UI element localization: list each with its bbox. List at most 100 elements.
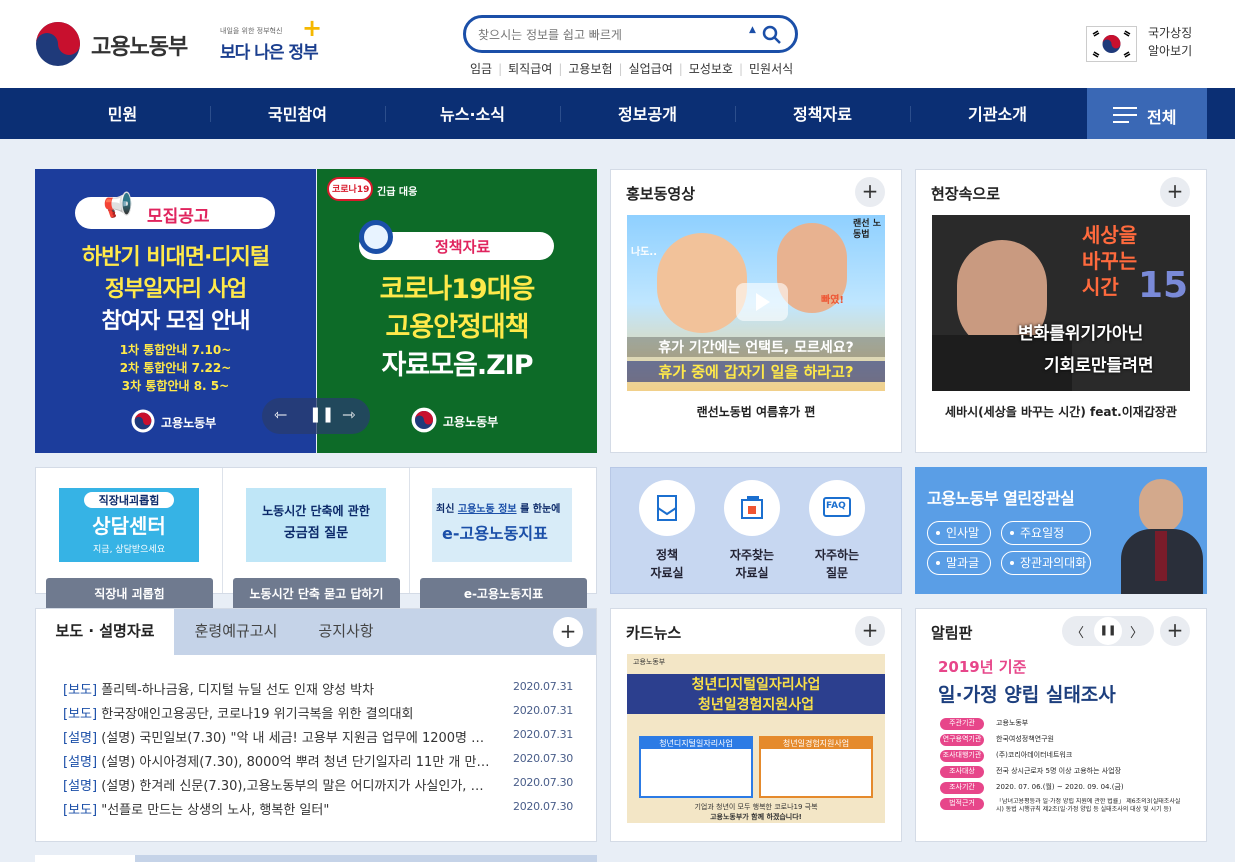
- ministry-logo[interactable]: 고용노동부: [35, 21, 200, 67]
- news-title: 한국장애인고용공단, 코로나19 위기극복을 위한 결의대회: [101, 707, 414, 722]
- news-category: [보도]: [63, 683, 98, 698]
- notice-value: 전국 상시근로자 5명 이상 고용하는 사업장: [996, 767, 1122, 775]
- quick-item-worktime[interactable]: 노동시간 단축에 관한 궁금점 질문 노동시간 단축 묻고 답하기: [223, 468, 410, 610]
- minister-panel: 고용노동부 열린장관실 인사말 주요일정 말과글 장관과의대화: [915, 467, 1207, 594]
- nav-item-about[interactable]: 기관소개: [910, 88, 1085, 139]
- more-plus-icon[interactable]: +: [553, 617, 583, 647]
- news-date: 2020.07.30: [513, 800, 573, 813]
- next-section-tabs: [35, 855, 597, 862]
- keyword-link[interactable]: 임금: [470, 62, 492, 76]
- all-menu-button[interactable]: 전체: [1087, 88, 1207, 139]
- tab-press[interactable]: 보도 · 설명자료: [36, 609, 174, 655]
- minister-pill[interactable]: 주요일정: [1001, 521, 1091, 545]
- gov-innovation-logo[interactable]: 내일을 위한 정부혁신 보다 나은 정부 +: [220, 14, 325, 66]
- banner-badge: 📢 모집공고: [75, 191, 275, 229]
- news-date: 2020.07.31: [513, 728, 573, 741]
- card-footer: 기업과 청년이 모두 행복한 코로나19 극복: [694, 803, 818, 811]
- quick-button[interactable]: e-고용노동지표: [420, 578, 587, 610]
- tab-notice[interactable]: 공지사항: [296, 609, 396, 655]
- video-tag: 나도..: [631, 247, 657, 258]
- quick-links: 직장내괴롭힘 상담센터 지금, 상담받으세요 직장내 괴롭힘 노동시간 단축에 …: [35, 467, 597, 610]
- prev-arrow-icon[interactable]: ⇽: [274, 405, 287, 424]
- play-button-icon[interactable]: [736, 283, 788, 321]
- news-row[interactable]: [설명] (설명) 아시아경제(7.30), 8000억 뿌려 청년 단기일자리…: [63, 751, 573, 775]
- card-news-image[interactable]: 고용노동부 청년디지털일자리사업 청년일경험지원사업 청년디지털일자리사업 청년…: [627, 654, 885, 823]
- resource-label-line: 자주하는: [814, 548, 860, 562]
- minister-pill[interactable]: 인사말: [927, 521, 991, 545]
- resource-faq[interactable]: FAQ 자주하는 질문: [809, 480, 869, 590]
- minister-pill[interactable]: 말과글: [927, 551, 991, 575]
- banner-line2: 정부일자리 사업: [104, 277, 247, 302]
- card-logo: 고용노동부: [633, 658, 666, 666]
- resource-policy[interactable]: 정책 자료실: [639, 480, 699, 590]
- keyword-link[interactable]: 퇴직급여: [508, 62, 552, 76]
- quick-item-indicator[interactable]: 최신 고용노동 정보 를 한눈에 e-고용노동지표 e-고용노동지표: [410, 468, 596, 610]
- search-input[interactable]: [478, 24, 738, 46]
- notice-row: 조사기간 2020. 07. 06.(월) ~ 2020. 09. 04.(금): [940, 780, 1190, 796]
- news-row[interactable]: [설명] (설명) 한겨레 신문(7.30),고용노동부의 말은 어디까지가 사…: [63, 775, 573, 799]
- news-category: [설명]: [63, 779, 98, 794]
- notice-label: 주관기관: [940, 718, 984, 730]
- video-caption[interactable]: 랜선노동법 여름휴가 편: [611, 403, 901, 420]
- next-chevron-icon[interactable]: 〉: [1130, 622, 1143, 641]
- resource-frequent[interactable]: 자주찾는 자료실: [724, 480, 784, 590]
- quick-image-text: 직장내괴롭힘: [84, 492, 174, 508]
- covid-badge-text: 코로나19: [332, 185, 370, 195]
- news-row[interactable]: [보도] "선플로 만드는 상생의 노사, 행복한 일터" 2020.07.30: [63, 799, 573, 823]
- caret-up-icon[interactable]: ▲: [749, 25, 756, 35]
- notice-board-panel: 알림판 〈 ❚❚ 〉 + 2019년 기준 일·가정 양립 실태조사 주관기관 고…: [915, 608, 1207, 842]
- taegeuk-icon: [411, 407, 437, 433]
- more-plus-icon[interactable]: +: [1160, 616, 1190, 646]
- pause-icon[interactable]: ❚❚: [309, 405, 334, 423]
- quick-button[interactable]: 직장내 괴롭힘: [46, 578, 213, 610]
- panel-title: 홍보동영상: [626, 185, 696, 203]
- video-thumbnail[interactable]: 나도.. 빠였! 랜선 노동법 휴가 기간에는 언택트, 모르세요? 휴가 중에…: [627, 215, 885, 391]
- national-symbols-link[interactable]: 국가상징 알아보기: [1086, 24, 1196, 62]
- prev-chevron-icon[interactable]: 〈: [1071, 622, 1084, 641]
- field-red-line: 세상을: [1082, 223, 1138, 247]
- minister-title[interactable]: 고용노동부 열린장관실: [927, 485, 1075, 509]
- more-plus-icon[interactable]: +: [855, 177, 885, 207]
- news-row[interactable]: [보도] 한국장애인고용공단, 코로나19 위기극복을 위한 결의대회 2020.…: [63, 703, 573, 727]
- tab-regulation[interactable]: 훈령예규고시: [176, 609, 296, 655]
- news-category: [설명]: [63, 755, 98, 770]
- flag-icon: [1086, 26, 1137, 62]
- quick-button[interactable]: 노동시간 단축 묻고 답하기: [233, 578, 400, 610]
- keyword-link[interactable]: 고용보험: [568, 62, 612, 76]
- keyword-links: 임금 | 퇴직급여 | 고용보험 | 실업급여 | 모성보호 | 민원서식: [470, 62, 794, 76]
- notice-label: 조사대행기관: [940, 750, 984, 762]
- news-row[interactable]: [설명] (설명) 국민일보(7.30) "악 내 세금! 고용부 지원금 업무…: [63, 727, 573, 751]
- card-news-panel: 카드뉴스 + 고용노동부 청년디지털일자리사업 청년일경험지원사업 청년디지털일…: [610, 608, 902, 842]
- notice-slider-controls: 〈 ❚❚ 〉: [1062, 616, 1154, 646]
- all-menu-label: 전체: [1147, 108, 1177, 127]
- news-date: 2020.07.30: [513, 776, 573, 789]
- notice-headline: 일·가정 양립 실태조사: [938, 684, 1116, 706]
- pause-icon[interactable]: ❚❚: [1094, 617, 1122, 645]
- more-plus-icon[interactable]: +: [1160, 177, 1190, 207]
- notice-image[interactable]: 2019년 기준 일·가정 양립 실태조사 주관기관 고용노동부 연구용역기관 한국…: [932, 654, 1190, 824]
- quick-item-harassment[interactable]: 직장내괴롭힘 상담센터 지금, 상담받으세요 직장내 괴롭힘: [36, 468, 223, 610]
- search-icon[interactable]: [762, 25, 782, 45]
- news-row[interactable]: [보도] 폴리텍-하나금융, 디지털 뉴딜 선도 인재 양성 박차 2020.07…: [63, 679, 573, 703]
- quick-image-text: e-고용노동지표: [442, 524, 548, 543]
- more-plus-icon[interactable]: +: [855, 616, 885, 646]
- keyword-link[interactable]: 민원서식: [749, 62, 793, 76]
- keyword-link[interactable]: 모성보호: [689, 62, 733, 76]
- field-thumbnail[interactable]: 세상을 바꾸는 시간 15 변화를위기가아닌 기회로만들려면: [932, 215, 1190, 391]
- resource-icons-panel: 정책 자료실 자주찾는 자료실 FAQ 자주하는 질문: [610, 467, 902, 594]
- site-header: 고용노동부 내일을 위한 정부혁신 보다 나은 정부 + ▲ 임금|퇴직급여|고…: [0, 0, 1235, 88]
- nav-item-policy[interactable]: 정책자료: [735, 88, 910, 139]
- hamburger-icon: [1113, 107, 1137, 123]
- news-title: (설명) 국민일보(7.30) "악 내 세금! 고용부 지원금 업무에 120…: [101, 731, 493, 746]
- quick-image-text: 지금, 상담받으세요: [93, 545, 165, 555]
- nav-item-disclosure[interactable]: 정보공개: [560, 88, 735, 139]
- search-box[interactable]: ▲: [463, 15, 798, 53]
- nav-item-participation[interactable]: 국민참여: [210, 88, 385, 139]
- nav-item-news[interactable]: 뉴스·소식: [385, 88, 560, 139]
- field-caption[interactable]: 세바시(세상을 바꾸는 시간) feat.이재갑장관: [916, 403, 1206, 420]
- minister-pill[interactable]: 장관과의대화: [1001, 551, 1091, 575]
- quick-image-text: 궁금점 질문: [283, 526, 349, 541]
- nav-item-civil[interactable]: 민원: [35, 88, 210, 139]
- next-arrow-icon[interactable]: ⇾: [342, 405, 355, 424]
- keyword-link[interactable]: 실업급여: [629, 62, 673, 76]
